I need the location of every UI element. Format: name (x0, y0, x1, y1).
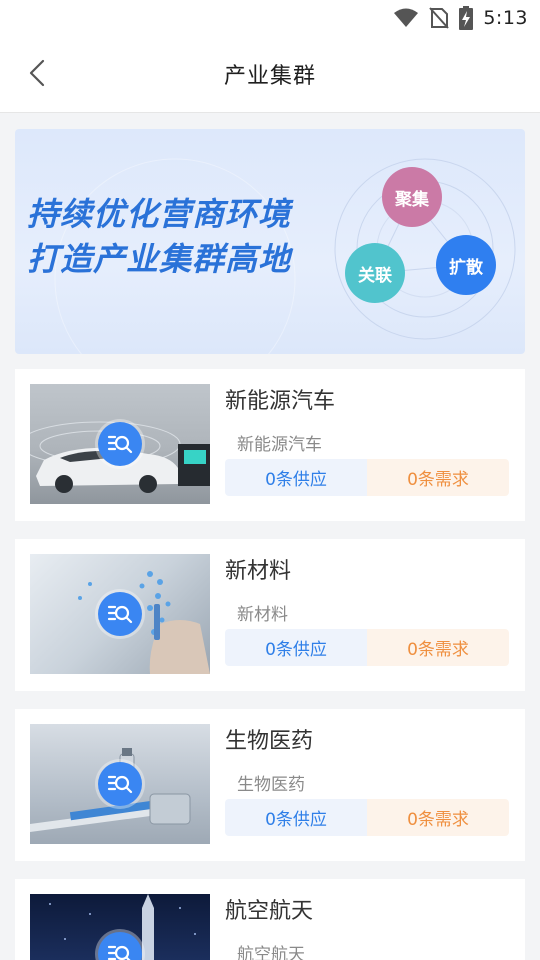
bubble-spread: 扩散 (436, 235, 496, 295)
demand-count[interactable]: 0条需求 (367, 629, 509, 666)
cluster-title: 新能源汽车 (225, 389, 336, 414)
supply-count[interactable]: 0条供应 (225, 799, 367, 836)
cluster-subtitle: 新能源汽车 (237, 435, 322, 455)
cluster-card-new-energy-vehicle[interactable]: 新能源汽车 新能源汽车 0条供应 0条需求 (15, 369, 525, 521)
search-list-icon (98, 592, 142, 636)
banner-headline-2: 打造产业集群高地 (27, 240, 292, 278)
supply-count[interactable]: 0条供应 (225, 459, 367, 496)
cluster-thumbnail (30, 554, 210, 674)
status-bar: 5:13 (0, 0, 540, 36)
banner-headline-1: 持续优化营商环境 (27, 195, 292, 233)
nav-bar: 产业集群 (0, 36, 540, 113)
cluster-thumbnail (30, 724, 210, 844)
bubble-aggregate: 聚集 (382, 167, 442, 227)
cluster-subtitle: 生物医药 (237, 775, 305, 795)
cluster-subtitle: 航空航天 (237, 945, 305, 960)
cluster-title: 航空航天 (225, 899, 314, 924)
cluster-title: 新材料 (225, 559, 292, 584)
cluster-card-aerospace[interactable]: 航空航天 航空航天 (15, 879, 525, 960)
no-sim-icon (429, 7, 450, 29)
page-title: 产业集群 (223, 64, 316, 89)
cluster-card-biomedicine[interactable]: 生物医药 生物医药 0条供应 0条需求 (15, 709, 525, 861)
bubble-link: 关联 (345, 243, 405, 303)
cluster-thumbnail (30, 384, 210, 504)
battery-charging-icon (459, 6, 474, 30)
demand-count[interactable]: 0条需求 (367, 799, 509, 836)
cluster-card-new-materials[interactable]: 新材料 新材料 0条供应 0条需求 (15, 539, 525, 691)
promo-banner[interactable]: 持续优化营商环境 打造产业集群高地 聚集 关联 扩散 (15, 129, 525, 354)
back-button[interactable] (22, 59, 52, 91)
search-list-icon (98, 422, 142, 466)
chevron-left-icon (29, 59, 45, 91)
status-time: 5:13 (483, 7, 528, 29)
wifi-icon (393, 8, 419, 28)
search-list-icon (98, 762, 142, 806)
cluster-title: 生物医药 (225, 729, 314, 754)
demand-count[interactable]: 0条需求 (367, 459, 509, 496)
supply-count[interactable]: 0条供应 (225, 629, 367, 666)
cluster-subtitle: 新材料 (237, 605, 288, 625)
cluster-thumbnail (30, 894, 210, 960)
